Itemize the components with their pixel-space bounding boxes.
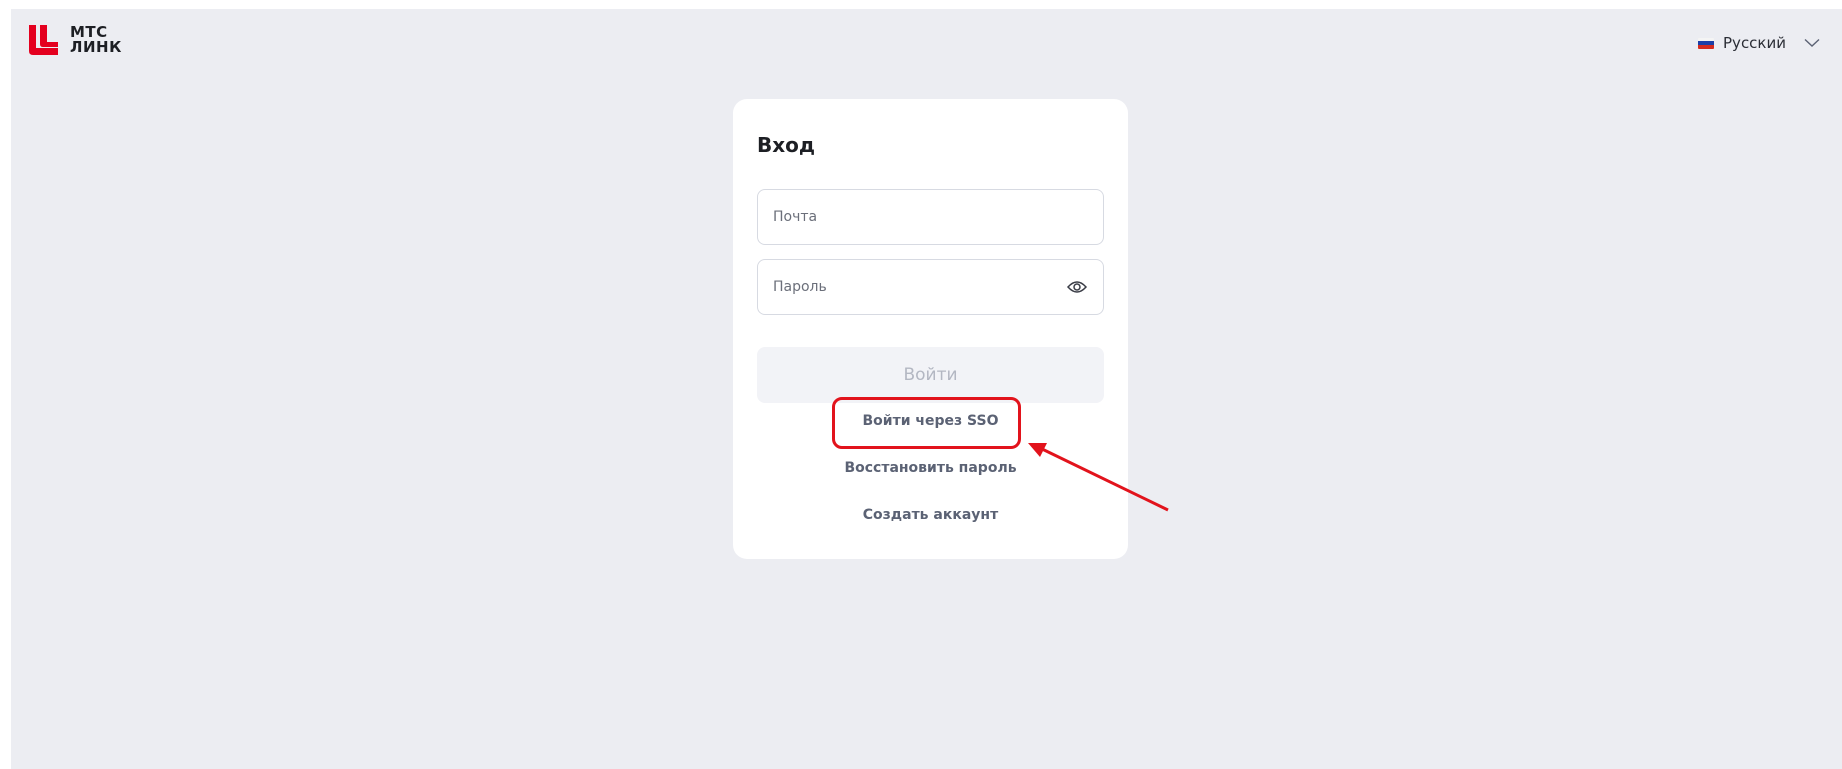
- email-field[interactable]: [757, 189, 1104, 245]
- language-label: Русский: [1723, 34, 1786, 52]
- sso-highlight-box: [832, 397, 1021, 449]
- chevron-down-icon: [1804, 38, 1820, 47]
- email-input[interactable]: [773, 190, 1053, 244]
- mts-link-logo-icon: [29, 25, 58, 55]
- annotation-arrow-icon: [1028, 443, 1169, 512]
- logo-line-2: ЛИНК: [70, 38, 122, 56]
- password-field[interactable]: [757, 259, 1104, 315]
- header: МТС ЛИНК Русский: [11, 9, 1842, 71]
- language-selector[interactable]: Русский: [1698, 34, 1820, 52]
- login-title: Вход: [757, 133, 816, 157]
- login-button[interactable]: Войти: [757, 347, 1104, 403]
- eye-icon[interactable]: [1067, 279, 1087, 295]
- app-background: МТС ЛИНК Русский Вход Войти: [11, 9, 1842, 769]
- logo-text: МТС ЛИНК: [70, 25, 122, 55]
- russia-flag-icon: [1698, 37, 1715, 49]
- password-input[interactable]: [773, 260, 1053, 314]
- logo[interactable]: МТС ЛИНК: [29, 25, 122, 55]
